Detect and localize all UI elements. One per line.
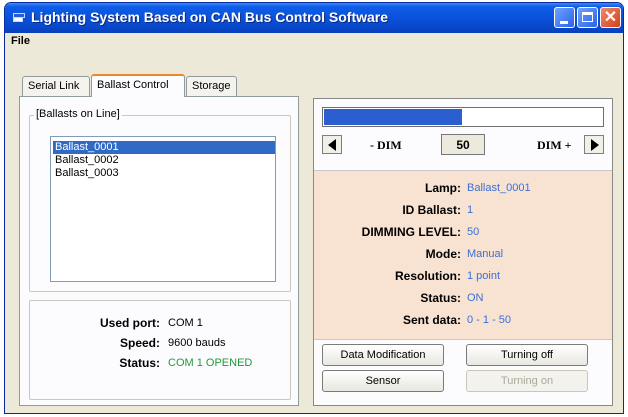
window-title: Lighting System Based on CAN Bus Control…	[31, 9, 389, 25]
speed-value: 9600 bauds	[168, 337, 226, 349]
menu-file[interactable]: File	[11, 35, 30, 47]
app-icon	[13, 13, 25, 22]
turning-off-button[interactable]: Turning off	[466, 344, 588, 366]
used-port-value: COM 1	[168, 317, 203, 329]
resolution-label: Resolution:	[395, 269, 461, 283]
data-modification-button[interactable]: Data Modification	[322, 344, 444, 366]
lamp-label: Lamp:	[425, 181, 461, 195]
progress-fill	[324, 109, 462, 125]
sent-data-value: 0 - 1 - 50	[467, 314, 512, 326]
dim-decrease-button[interactable]	[322, 135, 342, 154]
close-icon: ✕	[603, 9, 618, 26]
dimming-level-value: 50	[467, 226, 480, 238]
close-button[interactable]: ✕	[600, 7, 621, 28]
tab-storage[interactable]: Storage	[186, 76, 237, 96]
tab-serial-link[interactable]: Serial Link	[22, 76, 90, 96]
dimming-level-label: DIMMING LEVEL:	[361, 225, 461, 239]
ballasts-group-label: [Ballasts on Line]	[34, 108, 122, 120]
list-item[interactable]: Ballast_0001	[53, 141, 275, 154]
mode-value: Manual	[467, 248, 504, 260]
turning-on-button[interactable]: Turning on	[466, 370, 588, 392]
status-label: Status:	[420, 291, 461, 305]
port-status-label: Status:	[119, 356, 160, 370]
port-status-value: COM 1 OPENED	[168, 357, 253, 369]
arrow-left-icon	[328, 139, 336, 151]
dim-minus-label: - DIM	[370, 138, 402, 152]
status-value: ON	[467, 292, 484, 304]
dim-value-field: 50	[441, 134, 485, 155]
lamp-value: Ballast_0001	[467, 182, 531, 194]
minimize-button[interactable]	[554, 7, 575, 28]
dimming-progress-bar	[322, 107, 604, 127]
list-item[interactable]: Ballast_0003	[53, 167, 275, 180]
resolution-value: 1 point	[467, 270, 501, 282]
ballast-info-panel: Lamp: Ballast_0001 ID Ballast: 1 DIMMING…	[314, 170, 612, 340]
port-info-group	[29, 300, 291, 400]
maximize-button[interactable]	[577, 7, 598, 28]
dim-plus-label: DIM +	[537, 138, 572, 152]
mode-label: Mode:	[425, 247, 461, 261]
ballast-list[interactable]: Ballast_0001 Ballast_0002 Ballast_0003	[50, 136, 276, 282]
menu-bar: File	[5, 33, 623, 51]
id-ballast-value: 1	[467, 204, 474, 216]
tab-ballast-control[interactable]: Ballast Control	[91, 74, 185, 97]
title-bar[interactable]: Lighting System Based on CAN Bus Control…	[5, 3, 623, 33]
list-item[interactable]: Ballast_0002	[53, 154, 275, 167]
speed-label: Speed:	[119, 336, 160, 350]
sent-data-label: Sent data:	[402, 313, 461, 327]
dim-increase-button[interactable]	[584, 135, 604, 154]
sensor-button[interactable]: Sensor	[322, 370, 444, 392]
used-port-label: Used port:	[100, 316, 160, 330]
id-ballast-label: ID Ballast:	[402, 203, 461, 217]
arrow-right-icon	[591, 139, 599, 151]
